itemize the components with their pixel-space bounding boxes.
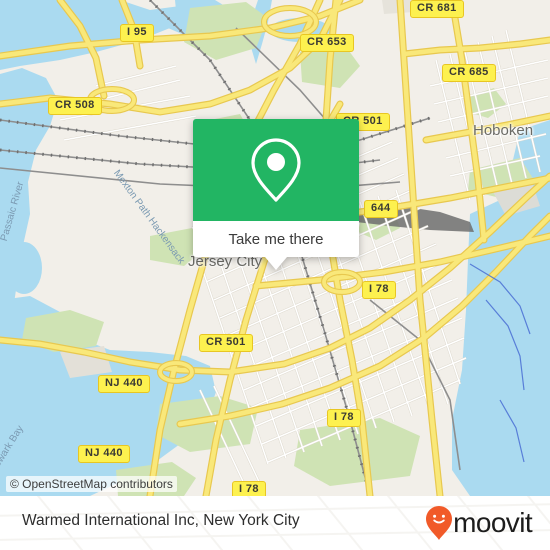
moovit-pin-smile-icon bbox=[426, 506, 453, 540]
road-shield: I 78 bbox=[327, 409, 361, 427]
road-shield: NJ 440 bbox=[78, 445, 130, 463]
road-shield: CR 653 bbox=[300, 34, 354, 52]
moovit-wordmark: moovit bbox=[453, 507, 532, 538]
take-me-there-button[interactable]: Take me there bbox=[193, 221, 359, 257]
road-shield: NJ 440 bbox=[98, 375, 150, 393]
road-shield: CR 681 bbox=[410, 0, 464, 18]
road-shield: CR 685 bbox=[442, 64, 496, 82]
road-shield: I 78 bbox=[362, 281, 396, 299]
bottom-bar: Warmed International Inc, New York City … bbox=[0, 496, 550, 550]
osm-attribution[interactable]: © OpenStreetMap contributors bbox=[6, 476, 177, 492]
road-shield: I 95 bbox=[120, 24, 154, 42]
popup-image-panel bbox=[193, 119, 359, 221]
take-me-there-label: Take me there bbox=[228, 230, 324, 248]
location-popup[interactable]: Take me there bbox=[193, 119, 359, 270]
road-shield: CR 508 bbox=[48, 97, 102, 115]
map-pin-icon bbox=[251, 138, 301, 202]
place-title: Warmed International Inc, New York City bbox=[22, 512, 300, 529]
road-shield: CR 501 bbox=[199, 334, 253, 352]
place-label-hoboken: Hoboken bbox=[473, 122, 534, 139]
road-shield: I 78 bbox=[232, 481, 266, 496]
road-shield: 644 bbox=[364, 200, 398, 218]
map-screenshot-root: I 95 CR 653 CR 681 CR 685 CR 508 CR 501 … bbox=[0, 0, 550, 550]
popup-tail bbox=[265, 257, 287, 270]
moovit-logo[interactable]: moovit bbox=[426, 506, 533, 540]
